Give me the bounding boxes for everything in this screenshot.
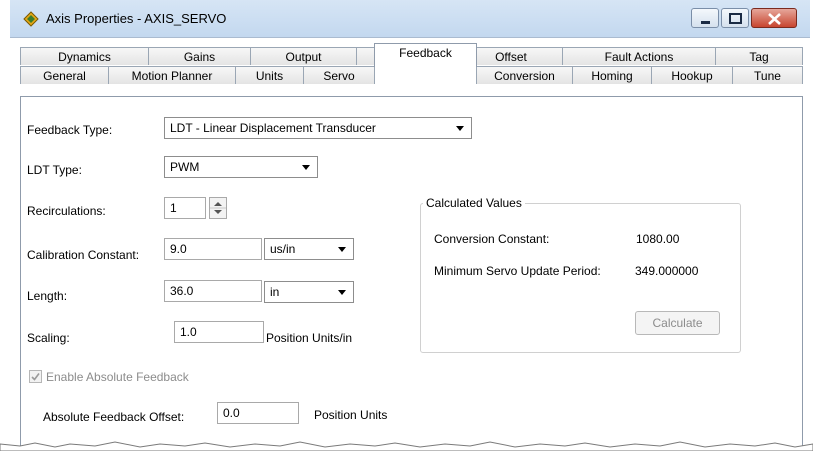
torn-edge xyxy=(0,441,813,451)
calibration-constant-value: 9.0 xyxy=(170,242,187,256)
tab-gains[interactable]: Gains xyxy=(148,47,251,65)
close-icon xyxy=(768,13,781,25)
chevron-down-icon xyxy=(338,290,346,295)
recirculations-spinner[interactable] xyxy=(209,197,227,219)
conversion-constant-label: Conversion Constant: xyxy=(434,232,550,246)
tab-feedback[interactable]: Feedback xyxy=(374,43,477,67)
close-button[interactable] xyxy=(751,8,797,28)
chevron-down-icon xyxy=(338,247,346,252)
calibration-unit-dropdown[interactable]: us/in xyxy=(264,238,354,260)
enable-absolute-feedback-label: Enable Absolute Feedback xyxy=(46,370,189,384)
maximize-button[interactable] xyxy=(721,8,749,28)
conversion-constant-value: 1080.00 xyxy=(636,232,680,246)
title-bar[interactable]: Axis Properties - AXIS_SERVO xyxy=(10,0,810,38)
enable-absolute-feedback-checkbox[interactable] xyxy=(29,370,42,383)
feedback-type-label: Feedback Type: xyxy=(27,123,113,137)
length-unit-dropdown[interactable]: in xyxy=(264,281,354,303)
recirculations-value: 1 xyxy=(170,201,177,215)
maximize-icon xyxy=(729,13,742,24)
feedback-type-dropdown[interactable]: LDT - Linear Displacement Transducer xyxy=(164,117,472,139)
calibration-constant-label: Calibration Constant: xyxy=(27,248,140,262)
tab-dynamics[interactable]: Dynamics xyxy=(20,47,149,65)
checkmark-icon xyxy=(31,373,40,381)
min-servo-update-value: 349.000000 xyxy=(635,264,699,278)
calibration-constant-input[interactable]: 9.0 xyxy=(164,238,262,260)
tab-general[interactable]: General xyxy=(20,66,109,84)
recirculations-label: Recirculations: xyxy=(27,204,106,218)
absolute-feedback-offset-label: Absolute Feedback Offset: xyxy=(43,410,185,424)
minimize-icon xyxy=(701,21,710,24)
scaling-input[interactable]: 1.0 xyxy=(174,321,264,343)
axis-properties-icon xyxy=(23,11,39,27)
chevron-down-icon xyxy=(456,126,464,131)
axis-properties-window: Axis Properties - AXIS_SERVO Dynamics Ga… xyxy=(10,0,810,451)
calculated-values-title: Calculated Values xyxy=(423,196,525,210)
absolute-feedback-offset-value: 0.0 xyxy=(223,406,240,420)
recirculations-input[interactable]: 1 xyxy=(164,197,206,219)
feedback-type-value: LDT - Linear Displacement Transducer xyxy=(170,121,376,135)
tab-motion-planner[interactable]: Motion Planner xyxy=(108,66,236,84)
minimize-button[interactable] xyxy=(691,8,719,28)
length-value: 36.0 xyxy=(170,284,194,298)
tab-servo[interactable]: Servo xyxy=(303,66,375,84)
tab-conversion[interactable]: Conversion xyxy=(476,66,573,84)
scaling-label: Scaling: xyxy=(27,331,70,345)
length-input[interactable]: 36.0 xyxy=(164,280,262,302)
length-unit-value: in xyxy=(270,285,280,299)
tab-units[interactable]: Units xyxy=(235,66,304,84)
calibration-unit-value: us/in xyxy=(270,242,296,256)
ldt-type-label: LDT Type: xyxy=(27,163,82,177)
chevron-down-icon xyxy=(302,165,310,170)
scaling-unit-label: Position Units/in xyxy=(266,331,353,345)
tab-tune[interactable]: Tune xyxy=(732,66,803,84)
absolute-feedback-offset-unit: Position Units xyxy=(314,408,388,422)
tab-homing[interactable]: Homing xyxy=(572,66,652,84)
calculate-button[interactable]: Calculate xyxy=(635,311,720,335)
absolute-feedback-offset-input[interactable]: 0.0 xyxy=(217,402,299,424)
tab-hookup[interactable]: Hookup xyxy=(651,66,733,84)
min-servo-update-label: Minimum Servo Update Period: xyxy=(434,264,601,278)
spinner-arrows-icon xyxy=(210,202,226,214)
tab-fault-actions[interactable]: Fault Actions xyxy=(562,47,716,65)
scaling-value: 1.0 xyxy=(180,325,197,339)
tab-output[interactable]: Output xyxy=(250,47,357,65)
ldt-type-dropdown[interactable]: PWM xyxy=(164,156,318,178)
window-title: Axis Properties - AXIS_SERVO xyxy=(46,11,227,26)
length-label: Length: xyxy=(27,289,68,303)
ldt-type-value: PWM xyxy=(170,160,200,174)
tab-tag[interactable]: Tag xyxy=(715,47,803,65)
